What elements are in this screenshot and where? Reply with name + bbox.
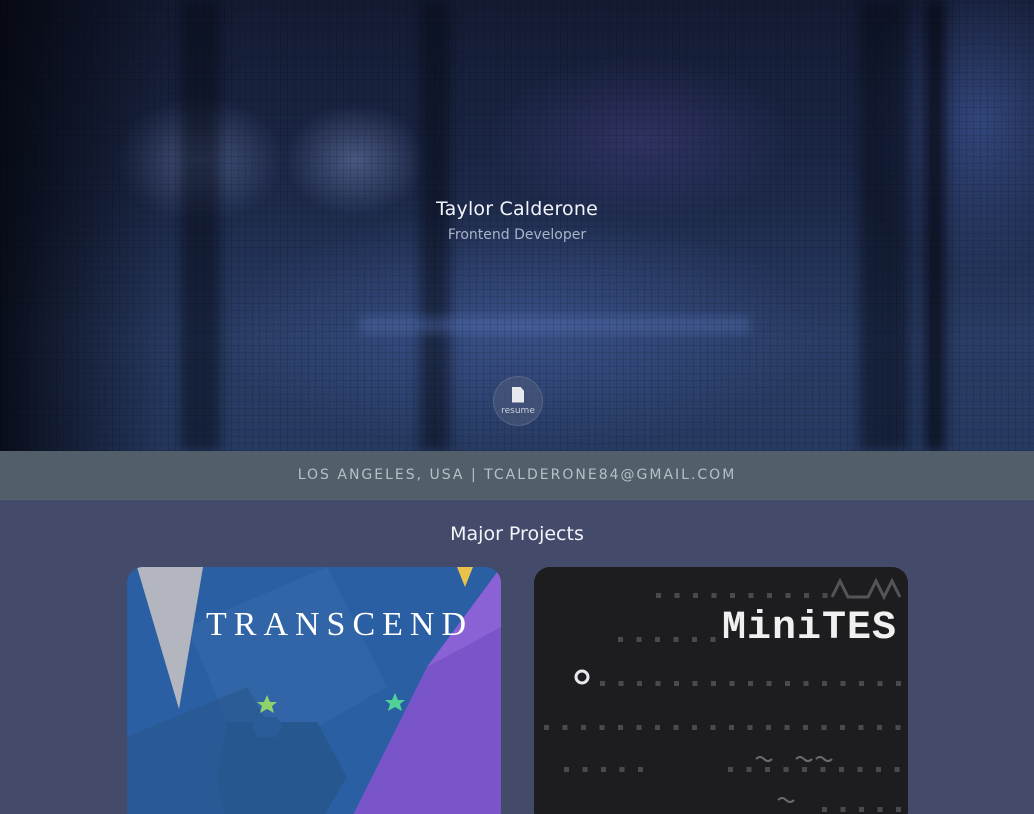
resume-button[interactable]: resume — [493, 376, 543, 426]
hero-banner: Taylor Calderone Frontend Developer resu… — [0, 0, 1034, 451]
contact-bar: LOS ANGELES, USA | TCALDERONE84@GMAIL.CO… — [0, 451, 1034, 500]
project-title-minites: MiniTES — [722, 606, 898, 651]
hero-role: Frontend Developer — [447, 227, 587, 243]
document-icon — [512, 386, 524, 403]
section-title: Major Projects — [450, 523, 584, 545]
transcend-artwork — [127, 567, 501, 814]
minites-artwork — [544, 577, 902, 812]
project-card-transcend[interactable] — [127, 567, 501, 814]
contact-info[interactable]: LOS ANGELES, USA | TCALDERONE84@GMAIL.CO… — [298, 467, 737, 483]
hero-name: Taylor Calderone — [436, 198, 598, 220]
project-title-transcend: TRANSCEND — [206, 606, 474, 643]
resume-label: resume — [501, 405, 535, 416]
project-card-minites[interactable] — [534, 567, 908, 814]
